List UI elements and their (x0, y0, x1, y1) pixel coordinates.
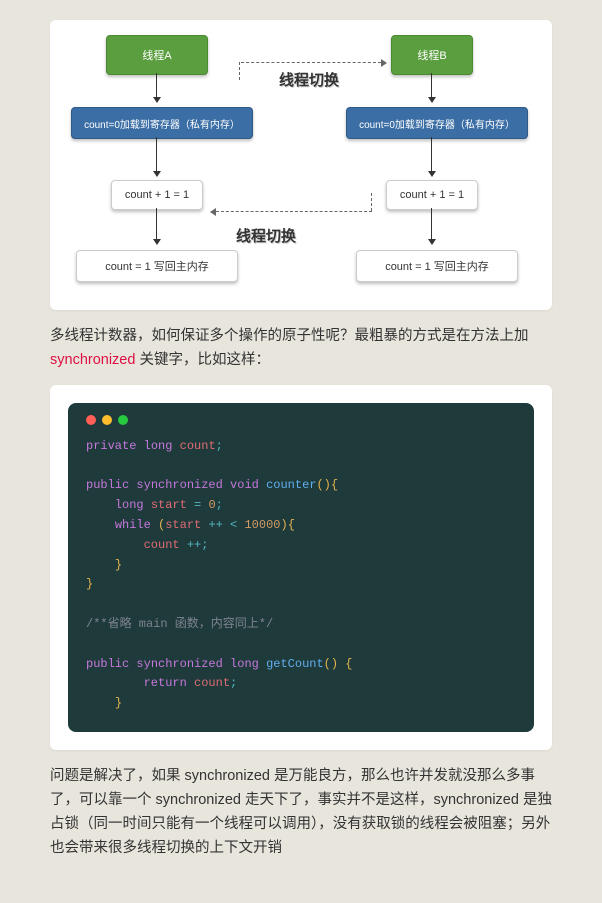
switch-label-2: 线程切换 (236, 225, 296, 246)
minimize-icon (102, 415, 112, 425)
dashed-connector (371, 193, 372, 211)
dashed-connector (216, 211, 372, 212)
code-card: private long count; public synchronized … (50, 385, 552, 750)
synchronized-keyword: synchronized (50, 352, 135, 368)
arrow (156, 137, 157, 172)
arrow (431, 208, 432, 240)
maximize-icon (118, 415, 128, 425)
para1-text-a: 多线程计数器，如何保证多个操作的原子性呢？最粗暴的方式是在方法上加 (50, 328, 529, 344)
paragraph-1: 多线程计数器，如何保证多个操作的原子性呢？最粗暴的方式是在方法上加 synchr… (50, 325, 552, 373)
window-traffic-lights (86, 415, 516, 425)
para1-text-b: 关键字，比如这样： (135, 352, 270, 368)
arrow (156, 73, 157, 98)
code-block: private long count; public synchronized … (86, 437, 516, 714)
write-memory-a: count = 1 写回主内存 (76, 250, 238, 282)
close-icon (86, 415, 96, 425)
dashed-connector (241, 62, 381, 63)
increment-b: count + 1 = 1 (386, 180, 478, 210)
arrow (431, 137, 432, 172)
load-register-b: count=0加载到寄存器（私有内存） (346, 107, 528, 139)
load-register-a: count=0加载到寄存器（私有内存） (71, 107, 253, 139)
paragraph-2: 问题是解决了，如果 synchronized 是万能良方，那么也许并发就没那么多… (50, 765, 552, 861)
code-window: private long count; public synchronized … (68, 403, 534, 732)
arrow (431, 73, 432, 98)
thread-diagram-card: 线程A 线程B 线程切换 count=0加载到寄存器（私有内存） count=0… (50, 20, 552, 310)
switch-label-1: 线程切换 (279, 69, 339, 90)
thread-a-node: 线程A (106, 35, 208, 75)
dashed-connector (239, 62, 240, 80)
thread-b-node: 线程B (391, 35, 473, 75)
thread-diagram: 线程A 线程B 线程切换 count=0加载到寄存器（私有内存） count=0… (71, 25, 531, 305)
arrow (156, 208, 157, 240)
increment-a: count + 1 = 1 (111, 180, 203, 210)
write-memory-b: count = 1 写回主内存 (356, 250, 518, 282)
